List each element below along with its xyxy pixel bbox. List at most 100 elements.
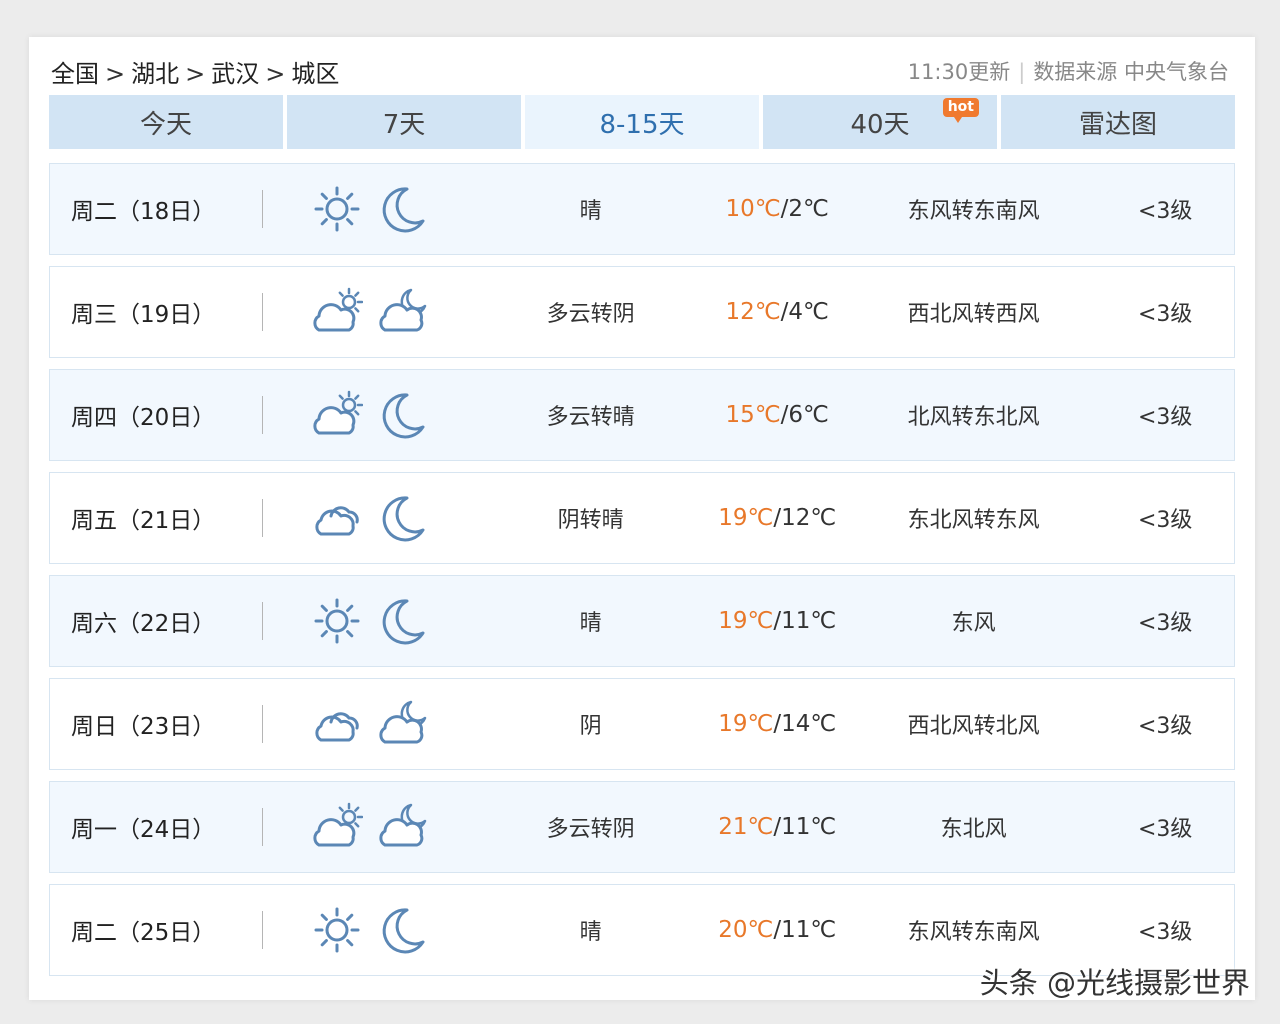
weather-icons bbox=[263, 801, 488, 853]
forecast-date: 周四（20日） bbox=[71, 405, 216, 431]
forecast-temperature: 20℃/11℃ bbox=[704, 917, 851, 943]
forecast-tabs: 今天 7天 8-15天 40天 hot 雷达图 bbox=[49, 95, 1235, 149]
weather-icons bbox=[263, 904, 488, 956]
forecast-date: 周五（21日） bbox=[71, 508, 216, 534]
tab-label: 今天 bbox=[139, 109, 192, 140]
forecast-row: 周四（20日） 多云转晴 15℃/6℃ 北风转东北风 <3级 bbox=[49, 369, 1235, 461]
temp-low: 6℃ bbox=[788, 402, 829, 428]
breadcrumb-separator: > bbox=[185, 60, 206, 88]
temp-high: 19℃ bbox=[718, 505, 774, 531]
forecast-row: 周五（21日） 阴转晴 19℃/12℃ 东北风转东风 <3级 bbox=[49, 472, 1235, 564]
forecast-wind: 西北风转北风 bbox=[907, 714, 1040, 739]
breadcrumb-separator: > bbox=[265, 60, 286, 88]
forecast-date: 周日（23日） bbox=[71, 714, 216, 740]
tab-3[interactable]: 40天 hot bbox=[763, 95, 997, 149]
sun-icon bbox=[311, 183, 363, 235]
divider: | bbox=[1018, 60, 1026, 84]
forecast-temperature: 19℃/11℃ bbox=[704, 608, 851, 634]
tab-label: 雷达图 bbox=[1078, 109, 1157, 140]
temp-separator: / bbox=[773, 814, 782, 840]
forecast-row: 周六（22日） 晴 19℃/11℃ 东风 <3级 bbox=[49, 575, 1235, 667]
tab-2[interactable]: 8-15天 bbox=[525, 95, 759, 149]
breadcrumb-item-province[interactable]: 湖北 bbox=[131, 54, 179, 89]
temp-high: 15℃ bbox=[725, 402, 781, 428]
moon-icon bbox=[377, 492, 429, 544]
tab-label: 8-15天 bbox=[599, 109, 685, 140]
breadcrumb: 全国 > 湖北 > 武汉 > 城区 bbox=[51, 54, 339, 89]
tab-label: 40天 bbox=[850, 109, 910, 140]
forecast-wind-level: <3级 bbox=[1138, 817, 1193, 842]
temp-high: 19℃ bbox=[718, 608, 774, 634]
forecast-wind: 西北风转西风 bbox=[907, 302, 1040, 327]
overcast-icon bbox=[311, 492, 363, 544]
temp-separator: / bbox=[773, 505, 782, 531]
weather-icons bbox=[263, 286, 488, 338]
forecast-condition: 晴 bbox=[579, 199, 602, 224]
tab-0[interactable]: 今天 bbox=[49, 95, 283, 149]
cloudy-night-icon bbox=[377, 698, 429, 750]
temp-separator: / bbox=[773, 711, 782, 737]
sun-icon bbox=[311, 904, 363, 956]
temp-high: 19℃ bbox=[718, 711, 774, 737]
source-name: 中央气象台 bbox=[1124, 60, 1229, 84]
forecast-wind: 东风转东南风 bbox=[907, 199, 1040, 224]
forecast-wind-level: <3级 bbox=[1138, 611, 1193, 636]
partly-cloudy-day-icon bbox=[311, 389, 364, 441]
partly-cloudy-day-icon bbox=[311, 286, 364, 338]
partly-cloudy-day-icon bbox=[311, 801, 364, 853]
forecast-temperature: 10℃/2℃ bbox=[704, 196, 851, 222]
forecast-date: 周二（25日） bbox=[71, 920, 216, 946]
temp-low: 2℃ bbox=[788, 196, 829, 222]
forecast-list: 周二（18日） 晴 10℃/2℃ 东风转东南风 <3级 周三（19日） 多云转阴… bbox=[49, 163, 1235, 987]
weather-icons bbox=[263, 183, 488, 235]
data-source-info: 11:30更新 | 数据来源 中央气象台 bbox=[908, 56, 1229, 86]
header-bar: 全国 > 湖北 > 武汉 > 城区 11:30更新 | 数据来源 中央气象台 bbox=[49, 52, 1235, 88]
overcast-icon bbox=[311, 698, 363, 750]
forecast-wind: 东风 bbox=[951, 611, 996, 636]
moon-icon bbox=[377, 595, 429, 647]
forecast-condition: 晴 bbox=[579, 611, 602, 636]
forecast-condition: 多云转阴 bbox=[546, 302, 635, 327]
breadcrumb-item-city[interactable]: 武汉 bbox=[211, 54, 259, 89]
temp-low: 14℃ bbox=[781, 711, 837, 737]
forecast-date: 周三（19日） bbox=[71, 302, 216, 328]
forecast-wind: 北风转东北风 bbox=[907, 405, 1040, 430]
temp-high: 10℃ bbox=[725, 196, 781, 222]
forecast-row: 周三（19日） 多云转阴 12℃/4℃ 西北风转西风 <3级 bbox=[49, 266, 1235, 358]
weather-icons bbox=[263, 595, 488, 647]
temp-low: 4℃ bbox=[788, 299, 829, 325]
tab-label: 7天 bbox=[382, 109, 426, 140]
forecast-wind-level: <3级 bbox=[1138, 920, 1193, 945]
forecast-wind-level: <3级 bbox=[1138, 405, 1193, 430]
forecast-temperature: 19℃/14℃ bbox=[704, 711, 851, 737]
forecast-wind: 东北风 bbox=[940, 817, 1007, 842]
forecast-temperature: 12℃/4℃ bbox=[704, 299, 851, 325]
forecast-temperature: 15℃/6℃ bbox=[704, 402, 851, 428]
forecast-wind-level: <3级 bbox=[1138, 508, 1193, 533]
source-label: 数据来源 bbox=[1033, 60, 1118, 84]
forecast-condition: 阴 bbox=[579, 714, 602, 739]
breadcrumb-item-district: 城区 bbox=[291, 60, 340, 88]
tab-4[interactable]: 雷达图 bbox=[1001, 95, 1235, 149]
breadcrumb-separator: > bbox=[105, 60, 126, 88]
forecast-condition: 多云转阴 bbox=[546, 817, 635, 842]
weather-icons bbox=[263, 698, 488, 750]
temp-low: 11℃ bbox=[781, 917, 837, 943]
temp-separator: / bbox=[773, 608, 782, 634]
temp-high: 20℃ bbox=[718, 917, 774, 943]
temp-low: 11℃ bbox=[781, 814, 837, 840]
moon-icon bbox=[377, 904, 429, 956]
forecast-condition: 多云转晴 bbox=[546, 405, 635, 430]
forecast-condition: 阴转晴 bbox=[557, 508, 624, 533]
update-time: 11:30更新 bbox=[907, 60, 1011, 84]
tab-1[interactable]: 7天 bbox=[287, 95, 521, 149]
temp-high: 12℃ bbox=[725, 299, 781, 325]
forecast-condition: 晴 bbox=[579, 920, 602, 945]
forecast-row: 周二（18日） 晴 10℃/2℃ 东风转东南风 <3级 bbox=[49, 163, 1235, 255]
breadcrumb-item-country[interactable]: 全国 bbox=[51, 54, 99, 89]
weather-icons bbox=[263, 492, 488, 544]
forecast-date: 周二（18日） bbox=[71, 199, 216, 225]
forecast-date: 周一（24日） bbox=[71, 817, 216, 843]
forecast-row: 周日（23日） 阴 19℃/14℃ 西北风转北风 <3级 bbox=[49, 678, 1235, 770]
watermark: 头条 @光线摄影世界 bbox=[979, 966, 1250, 1000]
